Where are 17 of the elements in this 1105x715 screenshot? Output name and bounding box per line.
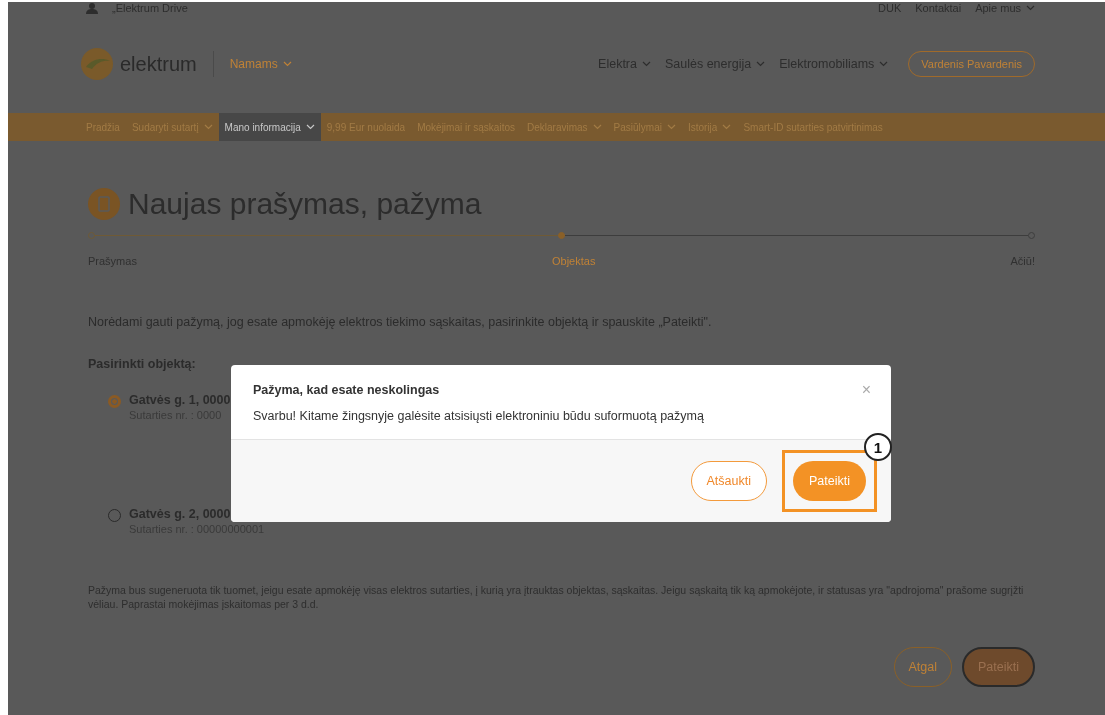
step-label: Objektas [552, 255, 596, 267]
segment-dropdown[interactable]: Namams [229, 57, 278, 71]
callout-badge: 1 [864, 433, 892, 461]
logo-icon [80, 47, 114, 81]
document-icon [88, 188, 120, 220]
chevron-down-icon [756, 61, 766, 67]
person-icon [86, 2, 98, 14]
chevron-down-icon [282, 61, 292, 67]
cancel-button[interactable]: Atšaukti [690, 461, 767, 501]
chevron-down-icon [641, 61, 651, 67]
dialog-title: Pažyma, kad esate neskolingas [253, 383, 440, 397]
menu-item[interactable]: Mano informacija [218, 113, 321, 141]
radio-button[interactable] [108, 395, 121, 408]
chevron-down-icon [1026, 5, 1035, 11]
submit-button[interactable]: Pateikti [793, 461, 866, 501]
chevron-down-icon [879, 61, 889, 67]
close-button[interactable]: × [861, 381, 871, 399]
